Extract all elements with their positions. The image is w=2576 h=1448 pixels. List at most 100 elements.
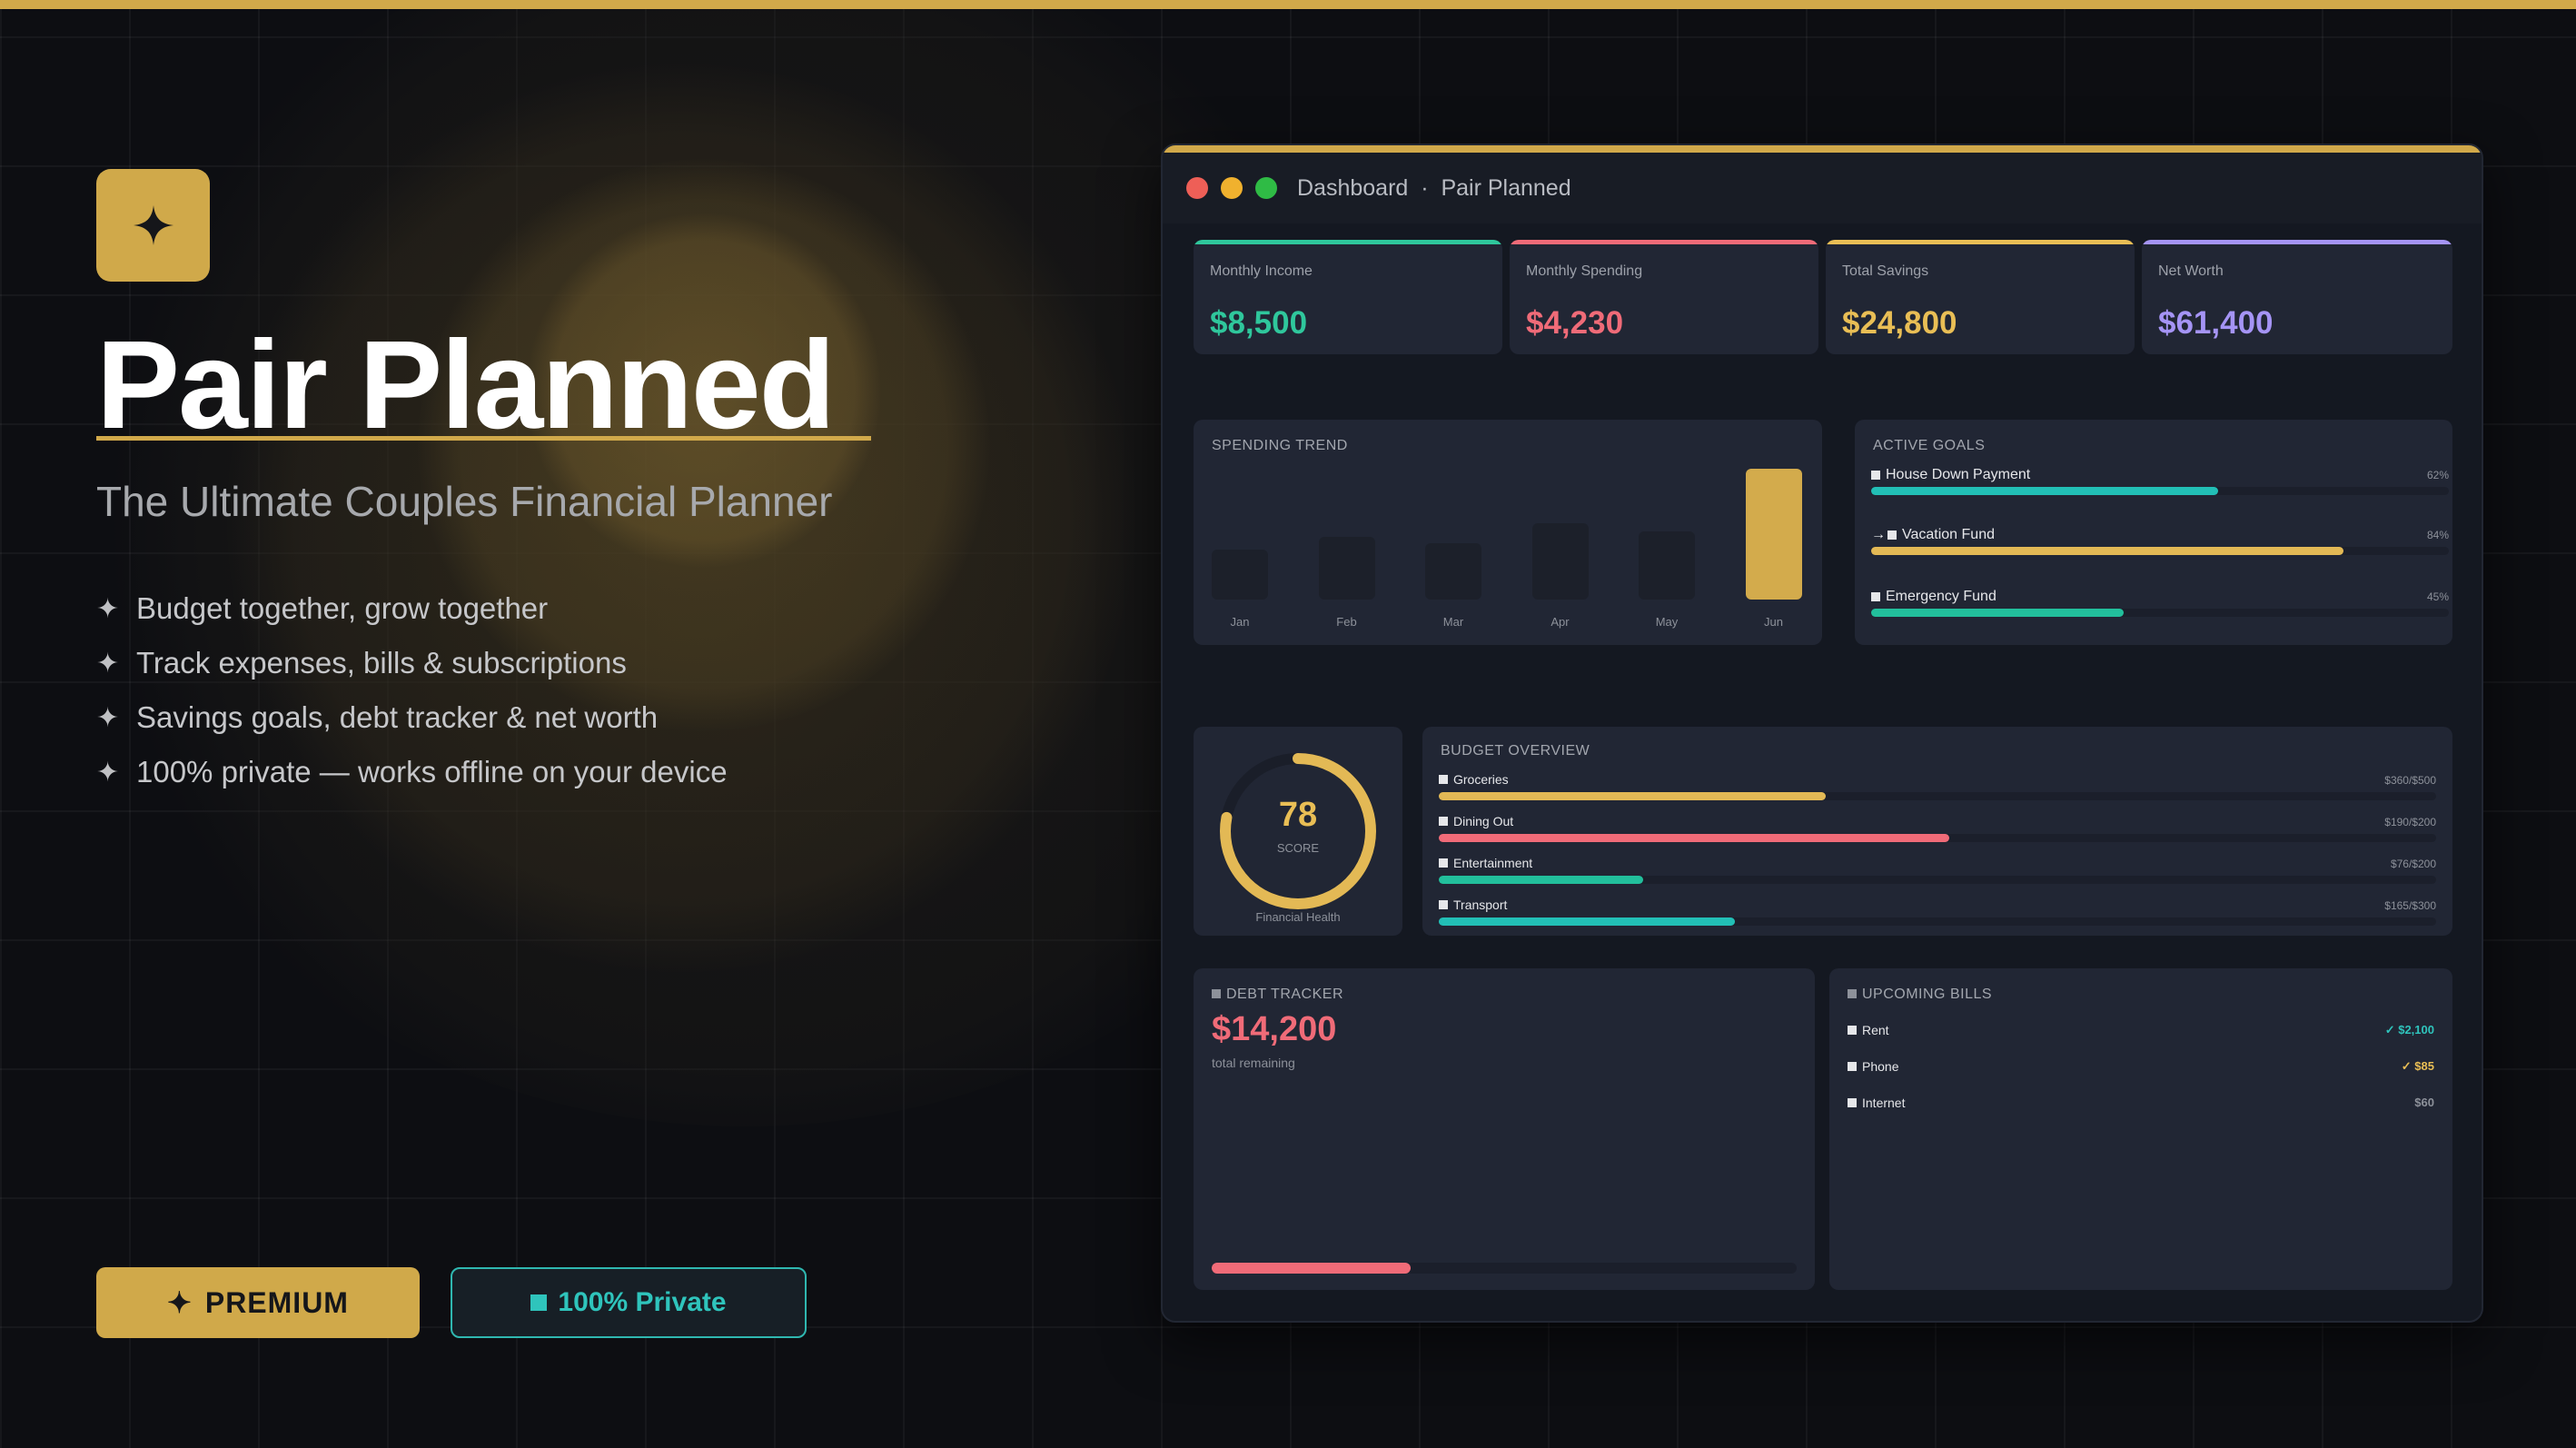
spending-trend-card: SPENDING TREND Jan Feb Mar Apr May Jun [1194,420,1822,645]
bill-item[interactable]: Internet $60 [1848,1096,2434,1116]
sparkle-icon: ✦ [96,648,120,679]
upcoming-bills-card: UPCOMING BILLS Rent ✓ $2,100 Phone ✓ $85… [1829,968,2452,1290]
month-label: Jan [1230,615,1250,629]
goal-item[interactable]: House Down Payment 62% [1871,467,2449,495]
progress-track [1439,792,2436,800]
trend-bar-mar[interactable] [1425,543,1481,600]
month-label: Feb [1336,615,1357,629]
window-accent-line [1163,145,2482,153]
stat-label: Monthly Spending [1526,263,1643,279]
feature-item: ✦ 100% private — works offline on your de… [96,755,728,788]
sparkle-icon: ✦ [167,1286,193,1319]
progress-fill [1439,876,1644,884]
feature-item: ✦ Savings goals, debt tracker & net worth [96,700,659,734]
budget-item[interactable]: Dining Out $190/$200 [1439,814,2436,842]
square-icon [1848,1098,1857,1107]
maximize-window-button[interactable] [1255,177,1277,199]
debt-progress-track [1212,1263,1797,1274]
debt-amount: $14,200 [1212,1010,1337,1048]
feature-item: ✦ Budget together, grow together [96,591,549,625]
minimize-window-button[interactable] [1221,177,1243,199]
month-label: May [1655,615,1679,629]
goal-item[interactable]: → Vacation Fund 84% [1871,527,2449,555]
window-title: Dashboard · Pair Planned [1297,174,1571,201]
stat-label: Net Worth [2158,263,2224,279]
square-icon [1848,1026,1857,1035]
progress-fill [1439,834,1950,842]
section-title: BUDGET OVERVIEW [1441,743,1590,759]
month-label: Apr [1551,615,1570,629]
stat-card-spending[interactable]: Monthly Spending $4,230 [1510,240,1818,354]
progress-fill [1439,917,1736,926]
trend-bar-jun[interactable] [1745,469,1802,600]
square-icon [1871,471,1880,480]
trend-bar-apr[interactable] [1531,523,1589,600]
goal-item[interactable]: Emergency Fund 45% [1871,589,2449,617]
stat-card-savings[interactable]: Total Savings $24,800 [1826,240,2135,354]
section-title: SPENDING TREND [1212,438,1348,453]
budget-overview-card: BUDGET OVERVIEW Groceries $360/$500 Dini… [1422,727,2452,936]
sparkle-icon: ✦ [96,593,120,624]
progress-track [1439,917,2436,926]
stat-value: $24,800 [1842,305,1957,341]
section-title: DEBT TRACKER [1212,987,1343,1003]
arrow-right-icon: → [1871,527,1886,542]
top-accent-line [0,0,2576,9]
progress-track [1871,609,2449,617]
debt-tracker-card: DEBT TRACKER $14,200 total remaining [1194,968,1815,1290]
progress-fill [1871,609,2124,617]
private-badge[interactable]: 100% Private [451,1267,807,1338]
debt-caption: total remaining [1212,1056,1295,1070]
square-icon [1212,989,1221,998]
month-label: Mar [1442,615,1464,629]
progress-track [1871,487,2449,495]
progress-fill [1871,547,2344,555]
financial-health-card: 78 SCORE Financial Health [1194,727,1402,936]
feature-list: ✦ Budget together, grow together ✦ Track e… [96,581,728,799]
section-title: UPCOMING BILLS [1848,987,1992,1003]
progress-fill [1871,487,2218,495]
square-icon [1848,1062,1857,1071]
sparkle-icon: ✦ [96,757,120,788]
stat-value: $4,230 [1526,305,1624,341]
debt-progress-fill [1212,1263,1411,1274]
stat-card-net-worth[interactable]: Net Worth $61,400 [2142,240,2452,354]
square-icon [1439,900,1448,909]
square-icon [1848,989,1857,998]
bill-item[interactable]: Rent ✓ $2,100 [1848,1023,2434,1043]
budget-item[interactable]: Entertainment $76/$200 [1439,856,2436,884]
health-score: 78 [1278,796,1318,834]
stat-value: $61,400 [2158,305,2274,341]
active-goals-card: ACTIVE GOALS House Down Payment 62% → Vac… [1855,420,2452,645]
progress-track [1871,547,2449,555]
budget-item[interactable]: Groceries $360/$500 [1439,772,2436,800]
stat-value: $8,500 [1210,305,1308,341]
window-titlebar: Dashboard · Pair Planned [1163,153,2482,223]
premium-badge[interactable]: ✦ PREMIUM [96,1267,420,1338]
square-icon [530,1294,548,1311]
stat-label: Total Savings [1842,263,1929,279]
budget-item[interactable]: Transport $165/$300 [1439,898,2436,926]
month-label: Jun [1764,615,1783,629]
trend-bar-may[interactable] [1639,531,1695,600]
square-icon [1887,531,1897,540]
progress-track [1439,834,2436,842]
score-label: SCORE [1276,841,1320,855]
health-caption: Financial Health [1255,910,1341,924]
title-underline [96,436,871,441]
trend-bar-feb[interactable] [1318,537,1375,600]
bill-item[interactable]: Phone ✓ $85 [1848,1059,2434,1079]
trend-bar-jan[interactable] [1212,550,1268,600]
square-icon [1439,775,1448,784]
square-icon [1439,817,1448,826]
stat-card-income[interactable]: Monthly Income $8,500 [1194,240,1502,354]
sparkle-icon: ✦ [96,702,120,733]
square-icon [1871,592,1880,601]
stat-label: Monthly Income [1210,263,1313,279]
app-logo [96,169,210,282]
close-window-button[interactable] [1186,177,1208,199]
progress-track [1439,876,2436,884]
section-title: ACTIVE GOALS [1873,438,1986,453]
progress-fill [1439,792,1827,800]
sparkle-icon [133,205,173,245]
